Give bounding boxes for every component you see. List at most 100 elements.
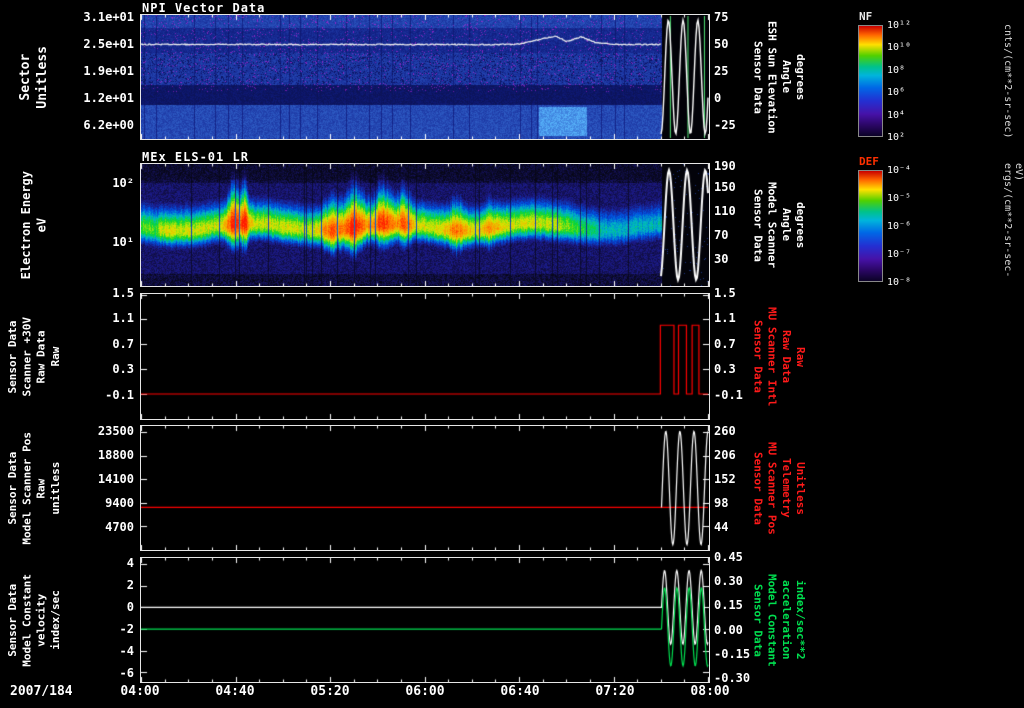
colorbar-def [858,170,883,282]
npi-right-tick-labels: 75 50 25 0 -25 [714,10,752,140]
axis-label-line: MU Scanner Pos [765,441,779,535]
panel-title-els: MEx ELS-01 LR [142,150,249,164]
tick-label: 0.3 [714,362,736,376]
tick-label: 0 [714,91,722,105]
scanner30v-right-axis-label-text: Sensor Data MU Scanner Intl Raw Data Raw [750,307,807,406]
colorbar-nf-tick-labels: 10¹² 10¹⁰ 10⁸ 10⁶ 10⁴ 10² [887,20,933,143]
tick-label: 152 [714,472,736,486]
colorbar-units-text: ergs/(cm**2-sr-sec-eV) [1002,163,1024,278]
axis-label-line: acceleration [779,580,793,660]
modelconst-left-axis-label: Sensor Data Model Constant velocity inde… [2,557,68,683]
axis-label-line: Raw [49,346,63,367]
axis-label-line: Sensor Data [6,320,20,393]
tick-label: 30 [714,252,729,266]
colorbar-tick-label: 10⁻⁶ [887,221,912,232]
axis-label-line: Unitless [35,45,50,109]
scannerpos-left-tick-labels: 23500 18800 14100 9400 4700 [66,424,136,551]
axis-label-line: degrees [794,53,808,101]
tick-label: -4 [119,644,134,658]
tick-label: 2.5e+01 [83,37,134,51]
tick-label: 0.00 [714,623,743,637]
axis-label-line: Model Scanner Pos [20,431,34,545]
axis-label-line: Sensor Data [751,40,765,114]
axis-label-line: Raw [35,478,48,498]
tick-label: 150 [714,180,736,194]
modelconst-line-canvas [141,558,709,682]
modelconst-right-tick-labels: 0.45 0.30 0.15 0.00 -0.15 -0.30 [714,550,752,685]
tick-label: 14100 [97,472,134,486]
colorbar-def-units: ergs/(cm**2-sr-sec-eV) [1002,163,1024,289]
tick-label: -0.1 [714,388,743,402]
panel-model-constant: Sensor Data Model Constant velocity inde… [0,550,1024,685]
els-spectrogram-canvas [141,164,709,286]
axis-label-line: Sensor Data [751,320,765,393]
scannerpos-right-axis-label: Sensor Data MU Scanner Pos Telemetry Uni… [750,425,810,551]
axis-label-line: Model Constant [20,573,34,667]
axis-label-line: Angle [779,208,793,242]
tick-label: -25 [714,118,736,132]
tick-label: 18800 [97,448,134,462]
tick-label: 0.45 [714,550,743,564]
tick-label: 206 [714,448,736,462]
tick-label: 1.9e+01 [83,64,134,78]
els-right-axis-label-text: Sensor Data Model Scanner Angle degrees [750,182,807,268]
tick-label: 4700 [105,520,134,534]
tick-label: 190 [714,159,736,173]
scannerpos-left-axis-label-text: Sensor Data Model Scanner Pos Raw unitle… [6,432,63,545]
axis-label-line: Scanner +30V [20,316,34,397]
tick-label: 10² [112,176,134,190]
colorbar-tick-label: 10¹² [887,20,912,31]
tick-label: 44 [714,520,729,534]
colorbar-tick-label: 10⁸ [887,65,906,76]
colorbar-tick-label: 10⁻⁵ [887,193,912,204]
modelconst-right-axis-label-text: Sensor Data Model Constant acceleration … [750,574,807,667]
axis-label-line: Sensor Data [751,451,765,525]
scanner30v-right-axis-label: Sensor Data MU Scanner Intl Raw Data Raw [750,293,810,420]
npi-left-axis-label: Sector Unitless [2,14,68,140]
colorbar-nf [858,25,883,137]
tick-label: 75 [714,10,729,24]
colorbar-tick-label: 10⁻⁴ [887,165,912,176]
tick-label: -6 [119,666,134,680]
axis-label-line: Unitless [794,461,808,515]
panel-scanner-30v: Sensor Data Scanner +30V Raw Data Raw 1.… [0,286,1024,420]
axis-label-line: index/sec**2 [794,580,808,660]
tick-label: 260 [714,424,736,438]
npi-spectrogram-canvas [141,15,709,139]
npi-right-axis-label-text: Sensor Data ESH Sun Elevation Angle degr… [750,21,807,134]
tick-label: 10¹ [112,235,134,249]
axis-label-line: Raw Data [35,330,48,383]
time-tick-label: 06:40 [500,684,540,699]
els-left-axis-label-text: Electron Energy eV [19,171,50,279]
colorbar-nf-units: cnts/(cm**2-sr-sec) [1002,18,1022,144]
axis-label-line: Electron Energy [19,170,34,280]
tick-label: 1.1 [714,311,736,325]
npi-plot-area [140,14,710,140]
panel-title-npi: NPI Vector Data [142,1,266,15]
tick-label: -0.30 [714,671,751,685]
els-left-tick-labels: 10² 10¹ [66,163,136,287]
tick-label: 0.7 [112,337,134,351]
tick-label: 2 [126,578,134,592]
modelconst-left-axis-label-text: Sensor Data Model Constant velocity inde… [6,574,63,667]
tplot-window: NPI Vector Data Sector Unitless 3.1e+01 2… [0,0,1024,708]
tick-label: 70 [714,228,729,242]
time-tick-label: 06:00 [405,684,445,699]
scannerpos-right-axis-label-text: Sensor Data MU Scanner Pos Telemetry Uni… [750,442,807,535]
tick-label: -0.1 [105,388,134,402]
axis-label-line: Model Constant [765,573,779,667]
axis-label-line: eV [35,217,49,233]
axis-label-line: velocity [35,593,48,647]
tick-label: 98 [714,496,729,510]
tick-label: 1.5 [714,286,736,300]
npi-left-axis-label-text: Sector Unitless [18,46,52,109]
colorbar-tick-label: 10⁻⁸ [887,277,912,288]
time-tick-label: 04:00 [120,684,160,699]
colorbar-tick-label: 10⁴ [887,110,906,121]
scannerpos-left-axis-label: Sensor Data Model Scanner Pos Raw unitle… [2,425,68,551]
colorbar-tick-label: 10² [887,132,906,143]
tick-label: 3.1e+01 [83,10,134,24]
scannerpos-plot-area [140,425,710,551]
scanner30v-left-axis-label: Sensor Data Scanner +30V Raw Data Raw [2,293,68,420]
tick-label: 9400 [105,496,134,510]
